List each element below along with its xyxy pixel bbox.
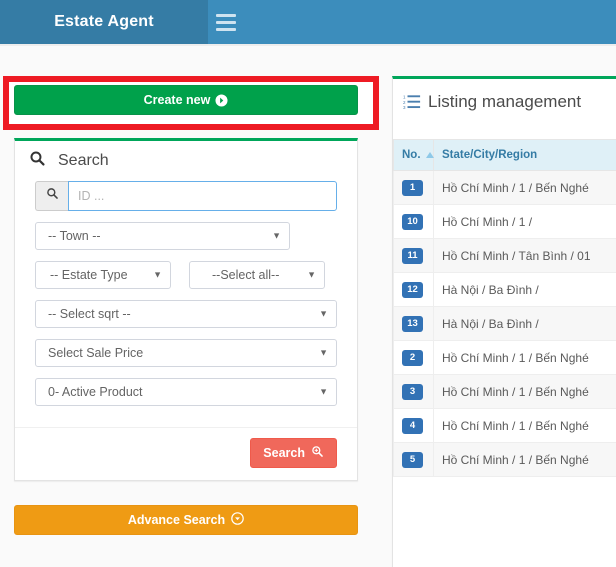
cell-region: Hồ Chí Minh / 1 / xyxy=(433,204,616,240)
cell-no: 2 xyxy=(393,340,434,376)
town-select[interactable]: -- Town -- ▼ xyxy=(35,222,290,250)
table-row[interactable]: 3 Hồ Chí Minh / 1 / Bến Nghé xyxy=(393,374,616,410)
cell-no: 11 xyxy=(393,238,434,274)
chevron-down-icon: ▼ xyxy=(153,269,162,280)
column-header-region[interactable]: State/City/Region xyxy=(433,138,616,172)
table-row[interactable]: 11 Hồ Chí Minh / Tân Bình / 01 xyxy=(393,238,616,274)
table-row[interactable]: 10 Hồ Chí Minh / 1 / xyxy=(393,204,616,240)
row-number-badge: 5 xyxy=(402,452,423,468)
sale-price-select-value: Select Sale Price xyxy=(48,346,144,360)
cell-no: 3 xyxy=(393,374,434,410)
svg-text:2: 2 xyxy=(403,100,406,105)
listing-management-panel: 1 2 3 Listing management No. State/City/… xyxy=(392,76,616,567)
row-number-badge: 13 xyxy=(402,316,423,332)
search-panel-title: Search xyxy=(58,152,109,169)
row-number-badge: 3 xyxy=(402,384,423,400)
row-number-badge: 12 xyxy=(402,282,423,298)
search-icon xyxy=(29,150,46,172)
column-header-no-label: No. xyxy=(402,149,421,162)
search-addon-button[interactable] xyxy=(35,181,68,211)
cell-no: 5 xyxy=(393,442,434,478)
cell-region: Hồ Chí Minh / 1 / Bến Nghé xyxy=(433,340,616,376)
column-header-region-label: State/City/Region xyxy=(442,149,538,162)
table-row[interactable]: 12 Hà Nội / Ba Đình / xyxy=(393,272,616,308)
search-panel: Search ID ... -- Town -- ▼ -- Estate Typ… xyxy=(14,138,358,481)
row-number-badge: 4 xyxy=(402,418,423,434)
search-icon xyxy=(46,187,59,205)
svg-text:1: 1 xyxy=(403,94,406,99)
search-button[interactable]: Search xyxy=(250,438,337,468)
row-number-badge: 11 xyxy=(402,248,423,264)
top-navbar: Estate Agent xyxy=(0,0,616,44)
chevron-down-icon: ▼ xyxy=(319,386,328,397)
type-row: -- Estate Type ▼ --Select all-- ▼ xyxy=(35,261,337,300)
cell-no: 1 xyxy=(393,170,434,206)
search-plus-icon xyxy=(311,445,324,461)
hamburger-bar xyxy=(216,20,236,24)
sqrt-select[interactable]: -- Select sqrt -- ▼ xyxy=(35,300,337,328)
listing-table-body: 1 Hồ Chí Minh / 1 / Bến Nghé 10 Hồ Chí Minh… xyxy=(393,170,616,478)
advance-search-label: Advance Search xyxy=(127,513,226,527)
id-search-input[interactable] xyxy=(68,181,337,211)
create-new-button[interactable]: Create new xyxy=(14,85,358,115)
svg-text:3: 3 xyxy=(403,105,406,110)
select-all-value: --Select all-- xyxy=(212,268,280,282)
product-status-select[interactable]: 0- Active Product ▼ xyxy=(35,378,337,406)
listing-table: No. State/City/Region 1 Hồ Chí Minh / 1 … xyxy=(393,138,616,478)
ordered-list-icon: 1 2 3 xyxy=(403,93,421,111)
row-number-badge: 2 xyxy=(402,350,423,366)
search-button-label: Search xyxy=(263,446,305,460)
table-row[interactable]: 1 Hồ Chí Minh / 1 / Bến Nghé xyxy=(393,170,616,206)
listing-panel-title: Listing management xyxy=(428,92,582,111)
search-panel-footer: Search xyxy=(15,427,357,480)
estate-type-select-value: -- Estate Type xyxy=(50,268,128,282)
id-search-group xyxy=(35,181,337,211)
column-header-no[interactable]: No. xyxy=(393,138,434,172)
hamburger-bar xyxy=(216,13,236,17)
chevron-down-icon: ▼ xyxy=(319,347,328,358)
arrow-circle-down-icon xyxy=(231,512,244,528)
cell-no: 13 xyxy=(393,306,434,342)
content-area: Create new Search ID ... -- Town -- ▼ --… xyxy=(0,46,616,567)
cell-region: Hồ Chí Minh / 1 / Bến Nghé xyxy=(433,408,616,444)
search-form: -- Town -- ▼ -- Estate Type ▼ --Select a… xyxy=(15,181,357,427)
row-number-badge: 1 xyxy=(402,180,423,196)
chevron-down-icon: ▼ xyxy=(319,308,328,319)
cell-region: Hồ Chí Minh / 1 / Bến Nghé xyxy=(433,442,616,478)
listing-table-head: No. State/City/Region xyxy=(393,138,616,172)
sale-price-select[interactable]: Select Sale Price ▼ xyxy=(35,339,337,367)
town-select-value: -- Town -- xyxy=(48,229,101,243)
brand-logo[interactable]: Estate Agent xyxy=(0,0,208,44)
cell-region: Hồ Chí Minh / 1 / Bến Nghé xyxy=(433,170,616,206)
brand-label: Estate Agent xyxy=(54,13,154,30)
table-row[interactable]: 5 Hồ Chí Minh / 1 / Bến Nghé xyxy=(393,442,616,478)
cell-no: 10 xyxy=(393,204,434,240)
listing-panel-header: 1 2 3 Listing management xyxy=(393,79,616,125)
hamburger-icon[interactable] xyxy=(213,10,239,34)
sqrt-select-value: -- Select sqrt -- xyxy=(48,307,131,321)
cell-region: Hà Nội / Ba Đình / xyxy=(433,272,616,308)
cell-no: 12 xyxy=(393,272,434,308)
cell-region: Hồ Chí Minh / Tân Bình / 01 xyxy=(433,238,616,274)
table-row[interactable]: 13 Hà Nội / Ba Đình / xyxy=(393,306,616,342)
create-new-label: Create new xyxy=(143,93,211,107)
product-status-select-value: 0- Active Product xyxy=(48,385,143,399)
cell-region: Hồ Chí Minh / 1 / Bến Nghé xyxy=(433,374,616,410)
listing-table-wrap: No. State/City/Region 1 Hồ Chí Minh / 1 … xyxy=(393,125,616,478)
table-header-row: No. State/City/Region xyxy=(393,138,616,172)
advance-search-button[interactable]: Advance Search xyxy=(14,505,358,535)
chevron-down-icon: ▼ xyxy=(307,269,316,280)
arrow-circle-right-icon xyxy=(215,93,228,107)
table-row[interactable]: 2 Hồ Chí Minh / 1 / Bến Nghé xyxy=(393,340,616,376)
estate-type-select[interactable]: -- Estate Type ▼ xyxy=(35,261,171,289)
search-panel-header: Search xyxy=(15,141,357,181)
cell-region: Hà Nội / Ba Đình / xyxy=(433,306,616,342)
cell-no: 4 xyxy=(393,408,434,444)
hamburger-bar xyxy=(216,27,236,31)
row-number-badge: 10 xyxy=(402,214,423,230)
chevron-down-icon: ▼ xyxy=(272,230,281,241)
app-root: Estate Agent Create new Search ID ... --… xyxy=(0,0,616,567)
select-all-select[interactable]: --Select all-- ▼ xyxy=(189,261,325,289)
table-row[interactable]: 4 Hồ Chí Minh / 1 / Bến Nghé xyxy=(393,408,616,444)
